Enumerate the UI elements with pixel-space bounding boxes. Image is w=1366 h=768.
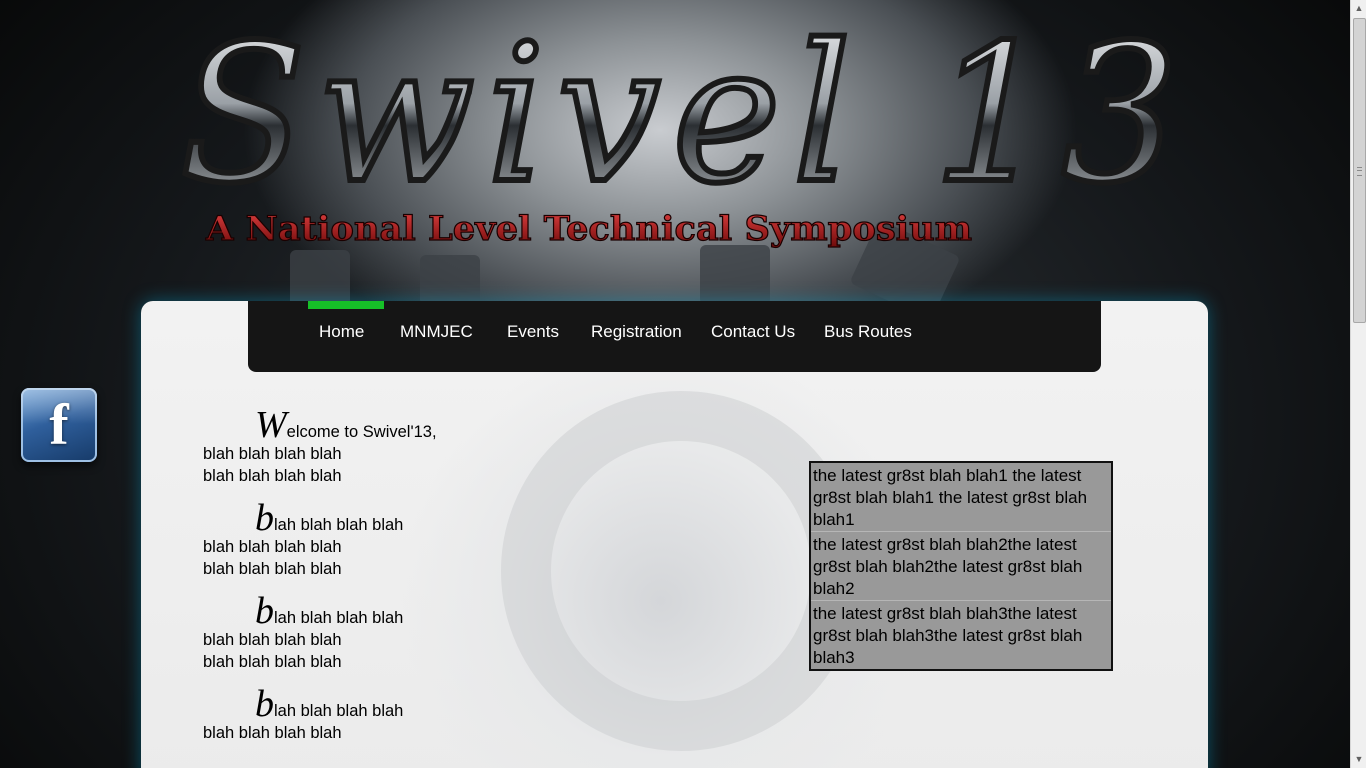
main-nav: Home MNMJEC Events Registration Contact … — [248, 301, 1101, 372]
site-header: Swivel 13 A National Level Technical Sym… — [0, 0, 1350, 321]
nav-item-home[interactable]: Home — [319, 322, 364, 342]
grip-icon — [1357, 167, 1362, 176]
logo-tagline: A National Level Technical Symposium — [205, 209, 972, 249]
paragraph: blah blah blah blah blah blah blah blah … — [203, 592, 503, 673]
paragraph-line: blah blah blah blah — [203, 631, 342, 649]
paragraph: blah blah blah blah blah blah blah blah … — [203, 499, 503, 580]
drop-cap: b — [255, 683, 274, 725]
welcome-text: Welcome to Swivel'13, blah blah blah bla… — [203, 406, 503, 760]
gear-watermark — [501, 391, 861, 751]
vertical-scrollbar[interactable]: ▲ ▼ — [1350, 0, 1366, 768]
nav-item-mnmjec[interactable]: MNMJEC — [400, 322, 473, 342]
news-item[interactable]: the latest gr8st blah blah1 the latest g… — [811, 463, 1111, 532]
drop-cap: W — [255, 404, 287, 446]
paragraph-first-line: elcome to Swivel'13, — [286, 423, 437, 441]
paragraph-line: blah blah blah blah — [203, 560, 342, 578]
drop-cap: b — [255, 590, 274, 632]
paragraph-first-line: lah blah blah blah — [274, 516, 404, 534]
paragraph-line: blah blah blah blah — [203, 724, 342, 742]
scroll-down-icon[interactable]: ▼ — [1351, 751, 1366, 768]
site-logo: Swivel 13 A National Level Technical Sym… — [177, 10, 1190, 250]
nav-item-bus-routes[interactable]: Bus Routes — [824, 322, 912, 342]
paragraph-line: blah blah blah blah — [203, 467, 342, 485]
nav-item-events[interactable]: Events — [507, 322, 559, 342]
drop-cap: b — [255, 497, 274, 539]
facebook-link[interactable]: f — [21, 388, 97, 462]
news-box: the latest gr8st blah blah1 the latest g… — [809, 461, 1113, 671]
logo-wordmark: Swivel 13 — [180, 10, 1190, 225]
nav-active-indicator — [308, 301, 384, 309]
scroll-up-icon[interactable]: ▲ — [1351, 0, 1366, 17]
news-item[interactable]: the latest gr8st blah blah3the latest gr… — [811, 601, 1111, 669]
nav-item-registration[interactable]: Registration — [591, 322, 682, 342]
paragraph-line: blah blah blah blah — [203, 445, 342, 463]
paragraph: blah blah blah blah blah blah blah blah — [203, 685, 503, 744]
paragraph-first-line: lah blah blah blah — [274, 609, 404, 627]
paragraph-line: blah blah blah blah — [203, 538, 342, 556]
scrollbar-thumb[interactable] — [1353, 18, 1366, 323]
paragraph-first-line: lah blah blah blah — [274, 702, 404, 720]
nav-item-contact-us[interactable]: Contact Us — [711, 322, 795, 342]
paragraph: Welcome to Swivel'13, blah blah blah bla… — [203, 406, 503, 487]
paragraph-line: blah blah blah blah — [203, 653, 342, 671]
news-item[interactable]: the latest gr8st blah blah2the latest gr… — [811, 532, 1111, 601]
facebook-icon: f — [49, 392, 69, 457]
